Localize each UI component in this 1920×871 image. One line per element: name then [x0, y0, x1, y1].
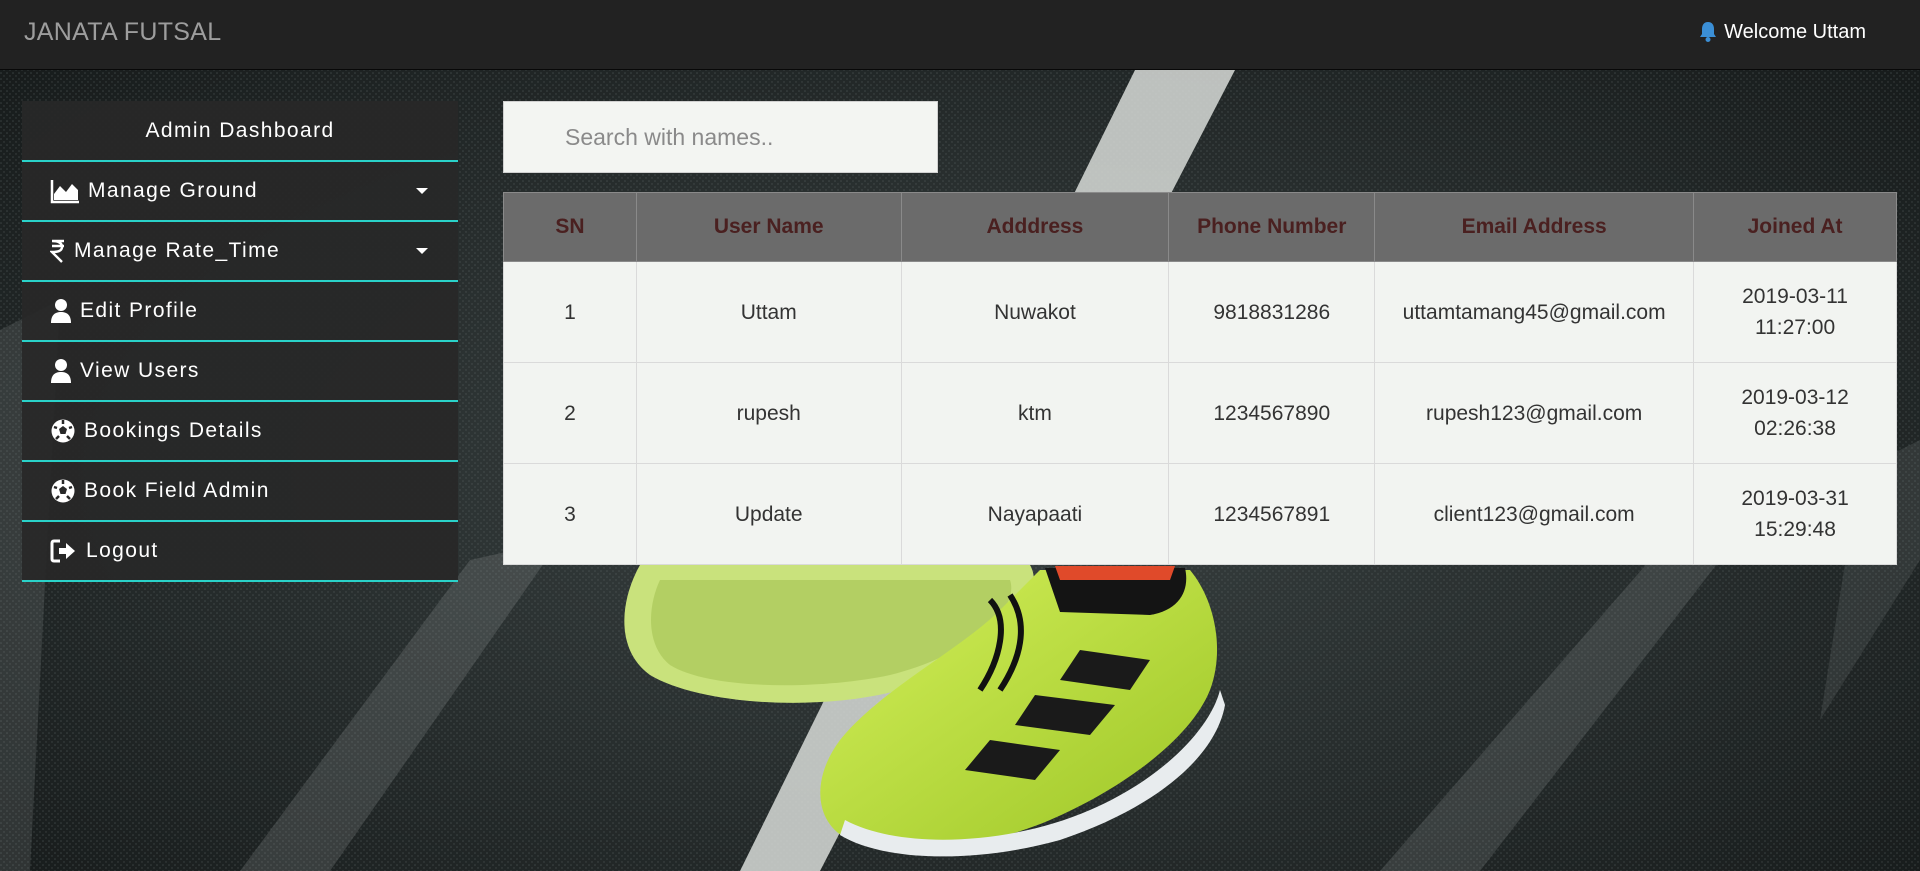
table-header-row: SN User Name Adddress Phone Number Email… — [503, 192, 1897, 262]
cell-address: Nayapaati — [900, 463, 1170, 565]
column-header-email-address: Email Address — [1374, 192, 1695, 262]
brand-logo[interactable]: JANATA FUTSAL — [24, 0, 221, 64]
sidebar-item-label: Edit Profile — [80, 299, 199, 322]
column-header-address: Adddress — [900, 192, 1170, 262]
cell-email: uttamtamang45@gmail.com — [1374, 261, 1695, 363]
sidebar-title: Admin Dashboard — [22, 101, 458, 162]
sidebar-item-view-users[interactable]: View Users — [22, 342, 458, 402]
column-header-user-name: User Name — [635, 192, 902, 262]
cell-address: ktm — [900, 362, 1170, 464]
sidebar-item-edit-profile[interactable]: Edit Profile — [22, 282, 458, 342]
user-icon — [50, 298, 72, 324]
cell-phone: 9818831286 — [1168, 261, 1376, 363]
joined-time: 11:27:00 — [1754, 316, 1836, 339]
cell-sn: 2 — [503, 362, 637, 464]
table-row: 3 Update Nayapaati 1234567891 client123@… — [503, 463, 1897, 565]
cell-user-name: Update — [635, 463, 902, 565]
soccer-ball-icon — [50, 418, 76, 444]
admin-sidebar: Admin Dashboard Manage Ground Manage Rat… — [22, 101, 458, 582]
sidebar-item-label: Logout — [86, 539, 159, 562]
cell-user-name: Uttam — [635, 261, 902, 363]
user-icon — [50, 358, 72, 384]
cell-email: rupesh123@gmail.com — [1374, 362, 1695, 464]
sidebar-item-label: Book Field Admin — [84, 479, 270, 502]
joined-date: 2019-03-11 — [1742, 285, 1848, 308]
joined-time: 02:26:38 — [1754, 417, 1836, 440]
sidebar-item-label: Manage Ground — [88, 179, 258, 202]
caret-down-icon — [416, 248, 428, 254]
sidebar-item-label: View Users — [80, 359, 200, 382]
joined-time: 15:29:48 — [1754, 518, 1836, 541]
area-chart-icon — [50, 178, 80, 204]
cell-sn: 1 — [503, 261, 637, 363]
bell-icon — [1700, 22, 1717, 42]
sidebar-item-manage-ground[interactable]: Manage Ground — [22, 162, 458, 222]
cell-sn: 3 — [503, 463, 637, 565]
sidebar-item-label: Bookings Details — [84, 419, 263, 442]
welcome-text: Welcome Uttam — [1724, 21, 1866, 43]
cell-email: client123@gmail.com — [1374, 463, 1695, 565]
sidebar-item-logout[interactable]: Logout — [22, 522, 458, 582]
cell-phone: 1234567890 — [1168, 362, 1376, 464]
sidebar-item-book-field-admin[interactable]: Book Field Admin — [22, 462, 458, 522]
cell-joined-at: 2019-03-12 02:26:38 — [1693, 362, 1897, 464]
sidebar-item-bookings-details[interactable]: Bookings Details — [22, 402, 458, 462]
column-header-sn: SN — [503, 192, 637, 262]
users-table: SN User Name Adddress Phone Number Email… — [503, 192, 1897, 565]
cell-joined-at: 2019-03-11 11:27:00 — [1693, 261, 1897, 363]
soccer-ball-icon — [50, 478, 76, 504]
caret-down-icon — [416, 188, 428, 194]
rupee-icon — [50, 238, 66, 264]
table-row: 1 Uttam Nuwakot 9818831286 uttamtamang45… — [503, 261, 1897, 363]
sidebar-item-label: Manage Rate_Time — [74, 239, 281, 262]
search-input[interactable] — [503, 101, 938, 173]
joined-date: 2019-03-12 — [1741, 386, 1849, 409]
cell-phone: 1234567891 — [1168, 463, 1376, 565]
welcome-user[interactable]: Welcome Uttam — [1698, 0, 1866, 64]
sidebar-item-manage-rate-time[interactable]: Manage Rate_Time — [22, 222, 458, 282]
column-header-joined-at: Joined At — [1693, 192, 1897, 262]
cell-user-name: rupesh — [635, 362, 902, 464]
top-navbar: JANATA FUTSAL Welcome Uttam — [0, 0, 1920, 70]
joined-date: 2019-03-31 — [1741, 487, 1849, 510]
table-row: 2 rupesh ktm 1234567890 rupesh123@gmail.… — [503, 362, 1897, 464]
cell-joined-at: 2019-03-31 15:29:48 — [1693, 463, 1897, 565]
column-header-phone-number: Phone Number — [1168, 192, 1376, 262]
sign-out-icon — [50, 538, 78, 564]
cell-address: Nuwakot — [900, 261, 1170, 363]
